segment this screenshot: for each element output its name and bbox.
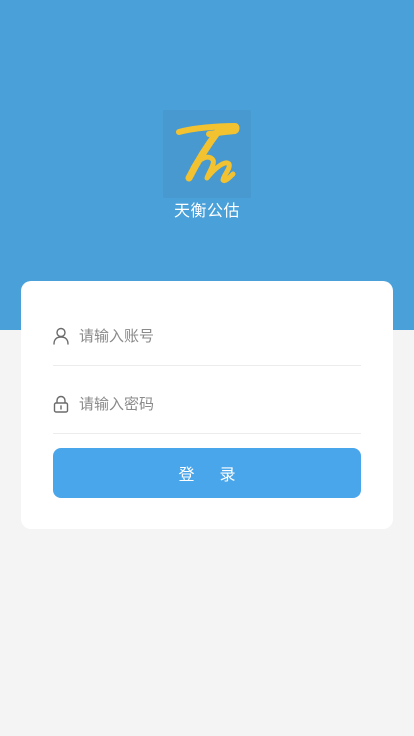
lock-icon [53,395,69,413]
account-input[interactable] [79,323,359,349]
app-logo [163,110,251,198]
password-input[interactable] [79,391,359,417]
password-field [53,377,361,434]
app-logo-h-icon [176,122,240,183]
login-card: 登 录 [21,281,393,529]
login-button[interactable]: 登 录 [53,448,361,498]
user-icon [53,327,69,345]
account-field [53,309,361,366]
app-name: 天衡公估 [173,201,240,220]
